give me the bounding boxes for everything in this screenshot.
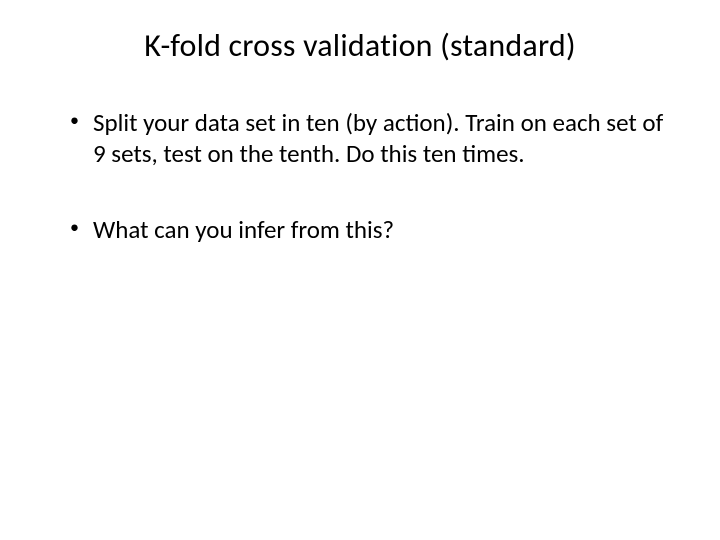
slide-title: K-fold cross validation (standard) (50, 26, 670, 65)
bullet-icon: • (70, 216, 79, 239)
bullet-text: What can you infer from this? (93, 214, 670, 245)
list-item: • Split your data set in ten (by action)… (70, 107, 670, 170)
slide-content: • Split your data set in ten (by action)… (50, 107, 670, 245)
bullet-icon: • (70, 109, 79, 132)
bullet-text: Split your data set in ten (by action). … (93, 107, 670, 170)
list-item: • What can you infer from this? (70, 214, 670, 245)
slide: K-fold cross validation (standard) • Spl… (0, 0, 720, 540)
